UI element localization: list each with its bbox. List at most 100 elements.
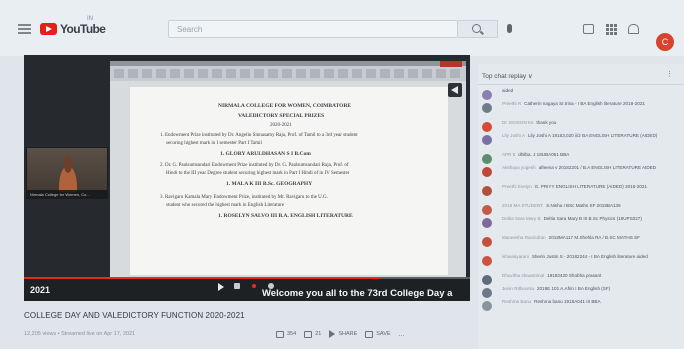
chat-avatar[interactable] bbox=[482, 288, 492, 298]
document-line: student who secured the highest mark in … bbox=[166, 203, 285, 208]
chat-author: Dhuvitha shawstimal bbox=[502, 273, 545, 278]
player-year-label: 2021 bbox=[30, 285, 51, 295]
chat-avatar[interactable] bbox=[482, 275, 492, 285]
chat-more-icon[interactable]: ⋮ bbox=[666, 70, 673, 78]
masthead: YouTube IN Search C bbox=[0, 0, 684, 56]
chat-author: 2019 MA STUDENT bbox=[502, 203, 544, 208]
logo-text: YouTube bbox=[60, 22, 106, 36]
chat-avatar[interactable] bbox=[482, 154, 492, 164]
chat-message-text: Deltia Sara Mary B III B.Sc Physics (18U… bbox=[543, 216, 642, 221]
document-page: NIRMALA COLLEGE FOR WOMEN, COIMBATORE VAL… bbox=[130, 87, 448, 275]
chat-avatar[interactable] bbox=[482, 103, 492, 113]
volume-icon[interactable] bbox=[234, 283, 240, 289]
player-controls: 2021 Welcome you all to the 73rd College… bbox=[24, 277, 470, 301]
play-icon[interactable] bbox=[218, 283, 224, 291]
video-meta: 12,205 views • Streamed live on Apr 17, … bbox=[24, 331, 136, 337]
save-button[interactable]: SAVE bbox=[365, 330, 391, 338]
live-chat-panel: Top chat replay ∨ ⋮ aided Preethi R Cather… bbox=[478, 64, 684, 349]
youtube-logo[interactable]: YouTube bbox=[40, 22, 106, 36]
notifications-bell-icon[interactable] bbox=[628, 24, 639, 34]
chat-avatar[interactable] bbox=[482, 218, 492, 228]
chat-message-text: Reshma banu 1918A041 III BBA bbox=[534, 299, 601, 304]
create-video-icon[interactable] bbox=[583, 24, 594, 34]
chat-author: Akshaya yogesh bbox=[502, 165, 536, 170]
chat-message-text: G. PRIYY ENGLISH LITERATURE (AIDED) 2018… bbox=[534, 184, 648, 189]
player-caption: Welcome you all to the 73rd College Day … bbox=[262, 288, 453, 299]
document-line: NIRMALA COLLEGE FOR WOMEN, COIMBATORE bbox=[218, 103, 352, 109]
chat-avatar[interactable] bbox=[482, 122, 492, 132]
chat-message-text: afleena v 20182201 / B.A ENGLISH LITERAT… bbox=[538, 165, 657, 170]
cursor-arrow-icon bbox=[448, 83, 462, 97]
chat-message-text: 2019E 101 A.Afrin I BA English (SF) bbox=[536, 286, 611, 291]
chat-header-dropdown[interactable]: Top chat replay ∨ bbox=[482, 72, 533, 80]
document-line: VALEDICTORY SPECIAL PRIZES bbox=[238, 113, 325, 119]
document-line: 2. Dr. G. Paulsumsundari Endowment Prize… bbox=[160, 163, 349, 168]
comment-icon bbox=[304, 330, 313, 338]
chat-message-text: aided bbox=[502, 88, 514, 93]
document-line: 1. Endowment Prize instituted by Dr. Ang… bbox=[160, 133, 358, 138]
apps-grid-icon[interactable] bbox=[606, 24, 617, 35]
share-label: SHARE bbox=[338, 331, 358, 337]
like-button[interactable]: 354 bbox=[276, 330, 297, 338]
chat-avatar[interactable] bbox=[482, 205, 492, 215]
chat-avatar[interactable] bbox=[482, 256, 492, 266]
chat-message-text: dhilba. J 18UBA051 BBA bbox=[518, 152, 570, 157]
chat-avatar[interactable] bbox=[482, 186, 492, 196]
document-toolbar bbox=[110, 61, 466, 81]
chat-message-text: 19182420 Shobha prasant bbox=[547, 273, 602, 278]
chat-author: Maneesha Ravindran bbox=[502, 235, 546, 240]
chat-avatar[interactable] bbox=[482, 135, 492, 145]
chat-message-text: Sherin Justin S - 20182244 - I BA Englis… bbox=[531, 254, 648, 259]
chat-message-text: thank you bbox=[536, 120, 557, 125]
document-area: NIRMALA COLLEGE FOR WOMEN, COIMBATORE VAL… bbox=[110, 81, 466, 277]
save-label: SAVE bbox=[376, 331, 391, 337]
thumbs-up-icon bbox=[276, 330, 284, 338]
chat-author: Lily Joshi A bbox=[502, 133, 525, 138]
chat-message-text: Lily Joshi A 19163,020 ii/2 BA ENGLISH L… bbox=[527, 133, 658, 138]
search-input[interactable]: Search bbox=[168, 20, 458, 38]
chat-author: APR 5 bbox=[502, 152, 516, 157]
progress-fill bbox=[24, 277, 381, 279]
search-icon bbox=[472, 24, 481, 33]
progress-bar[interactable] bbox=[24, 277, 470, 279]
country-code: IN bbox=[87, 16, 93, 22]
share-icon bbox=[329, 330, 336, 338]
save-playlist-icon bbox=[365, 330, 374, 338]
play-logo-icon bbox=[40, 23, 57, 35]
hamburger-menu-icon[interactable] bbox=[18, 24, 31, 34]
chat-author: ishwariyarani bbox=[502, 254, 529, 259]
chat-author: Deltia Sara Mary B bbox=[502, 216, 541, 221]
chat-avatar[interactable] bbox=[482, 301, 492, 311]
live-dot-icon bbox=[252, 284, 256, 288]
chat-avatar[interactable] bbox=[482, 167, 492, 177]
webcam-overlay: Nirmala College for Women, Co... bbox=[26, 147, 108, 199]
like-count: 354 bbox=[287, 331, 297, 337]
more-actions-button[interactable]: ... bbox=[399, 331, 405, 338]
account-avatar[interactable]: C bbox=[656, 33, 674, 51]
document-line: securing highest mark in I semester Part… bbox=[166, 141, 262, 146]
chat-author: Jenin Rithoorsa bbox=[502, 286, 534, 291]
webcam-label: Nirmala College for Women, Co... bbox=[27, 190, 107, 198]
chat-author: Dr. EDISON Ks bbox=[502, 120, 534, 125]
chat-avatar[interactable] bbox=[482, 237, 492, 247]
share-button[interactable]: SHARE bbox=[329, 330, 357, 338]
chat-avatar[interactable] bbox=[482, 90, 492, 100]
chat-author: Preethi R bbox=[502, 101, 522, 106]
chat-message-text: Catherin nagaya Sr.Irina - I BA English … bbox=[524, 101, 645, 106]
document-ribbon bbox=[114, 69, 462, 78]
chat-message-text: 2018MA117 M.Shehla RA / B.SC MATHS SF bbox=[548, 235, 640, 240]
video-title: COLLEGE DAY AND VALEDICTORY FUNCTION 202… bbox=[24, 311, 245, 320]
comment-count: 21 bbox=[315, 331, 322, 337]
document-line: 3. Ravigaru Kamala Mary Endowment Prize,… bbox=[160, 195, 328, 200]
microphone-icon[interactable] bbox=[507, 24, 512, 33]
chat-author: Reshma Banu bbox=[502, 299, 532, 304]
document-line: 1. GLORY ARULDHASAN S I B.Com bbox=[220, 151, 311, 157]
video-actions: 354 21 SHARE SAVE ... bbox=[276, 330, 404, 338]
video-player[interactable]: NIRMALA COLLEGE FOR WOMEN, COIMBATORE VAL… bbox=[24, 55, 470, 301]
document-line: Hindi to the III year Degree student sec… bbox=[166, 171, 350, 176]
chat-author: Preethi Evelyn bbox=[502, 184, 532, 189]
comment-button[interactable]: 21 bbox=[304, 330, 322, 338]
search-button[interactable] bbox=[458, 20, 498, 38]
speaker-video bbox=[55, 156, 81, 192]
document-line: 1. MALA K III B.Sc. GEOGRAPHY bbox=[226, 181, 313, 187]
